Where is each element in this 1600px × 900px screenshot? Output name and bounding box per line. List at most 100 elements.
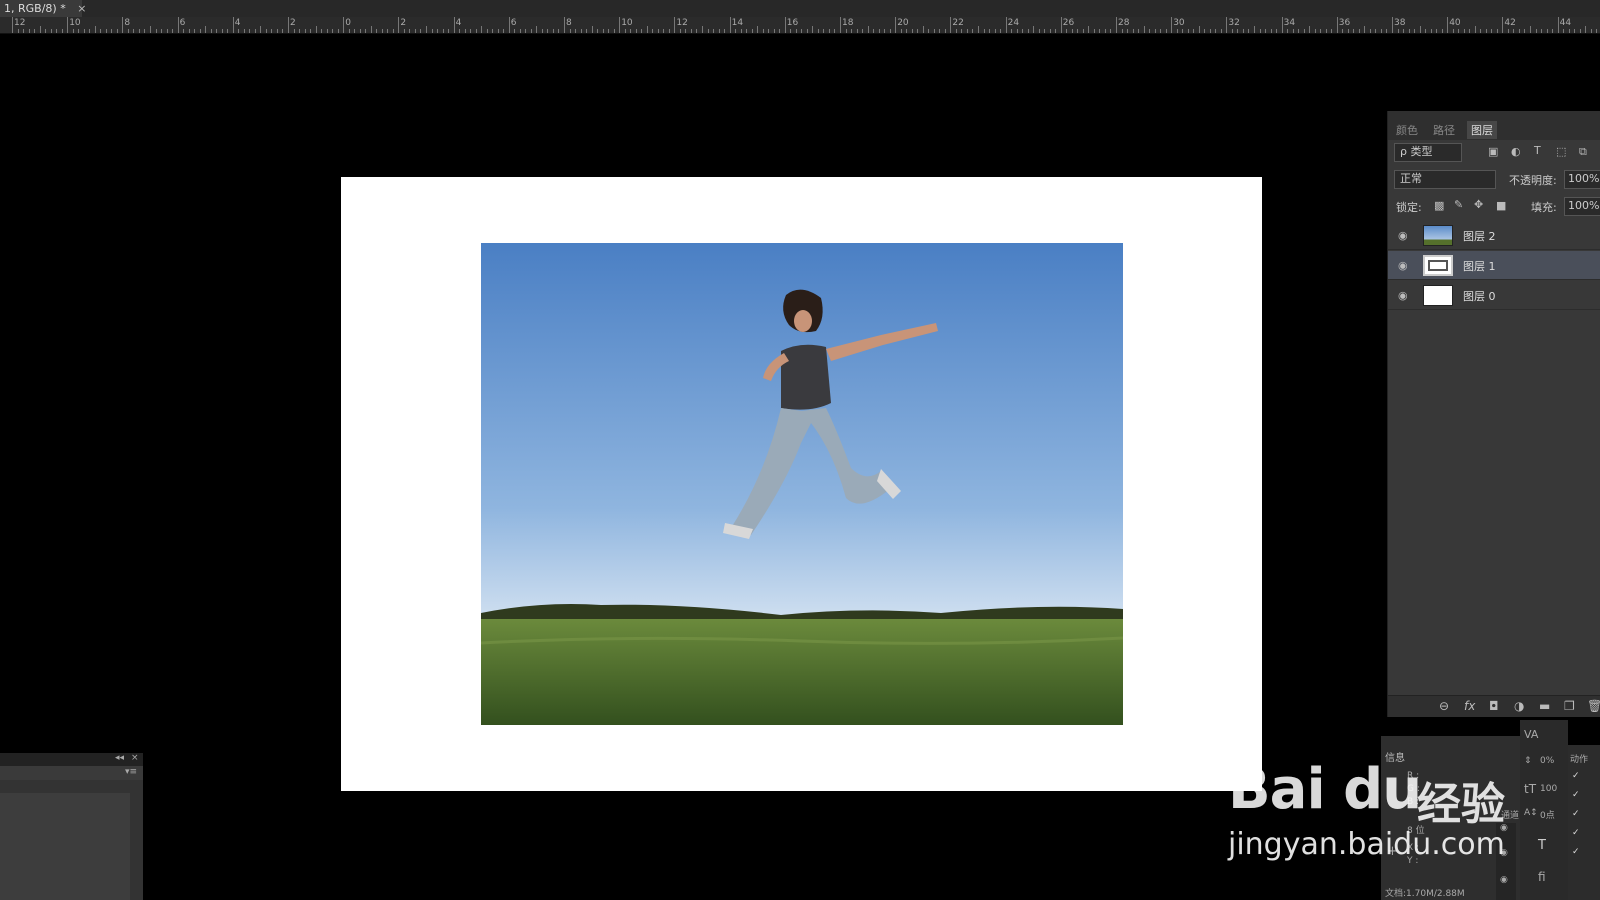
ruler-label: 2 — [290, 18, 296, 28]
adjustment-layer-icon[interactable]: ◑ — [1514, 699, 1524, 713]
ruler-tick — [1590, 29, 1592, 33]
action-check-icon[interactable]: ✓ — [1572, 790, 1580, 800]
ruler-tick — [1298, 29, 1300, 33]
layers-footer-toolbar: ⊖ fx ◘ ◑ ▬ ❐ 🗑 — [1388, 695, 1600, 717]
ruler-tick — [1397, 29, 1399, 33]
ruler-tick — [23, 29, 25, 33]
ruler-label: 22 — [952, 18, 964, 28]
ruler-tick — [1563, 29, 1565, 33]
ruler-tick — [420, 29, 422, 33]
ruler-tick — [702, 26, 703, 33]
visibility-eye-icon[interactable]: ◉ — [1398, 229, 1412, 242]
layer-row-0[interactable]: ◉ 图层 0 — [1388, 281, 1600, 310]
ruler-tick — [768, 29, 770, 33]
opacity-input[interactable]: 100% — [1564, 170, 1600, 189]
action-check-icon[interactable]: ✓ — [1572, 771, 1580, 781]
panel-menu-icon[interactable]: ▾≡ — [125, 767, 137, 777]
ligature-icon[interactable]: fi — [1538, 870, 1546, 884]
ruler-tick — [624, 29, 626, 33]
ruler-tick — [840, 17, 841, 33]
fill-label: 填充: — [1531, 201, 1557, 214]
ruler-tick — [530, 29, 532, 33]
tab-layers[interactable]: 图层 — [1467, 121, 1497, 139]
ruler-tick — [884, 29, 886, 33]
document-tab[interactable]: 1, RGB/8) * × — [0, 0, 86, 17]
ruler-tick — [989, 29, 991, 33]
text-tool-icon[interactable]: T — [1538, 838, 1546, 853]
collapse-icon[interactable]: ◂◂ — [115, 753, 124, 763]
lock-transparent-icon[interactable]: ▩ — [1434, 199, 1444, 212]
ruler-tick — [674, 17, 676, 33]
lock-paint-icon[interactable]: ✎ — [1454, 198, 1463, 211]
visibility-eye-icon[interactable]: ◉ — [1398, 289, 1412, 302]
ruler-tick — [409, 29, 411, 33]
ruler-tick — [1287, 29, 1289, 33]
layer-filter-select[interactable]: ρ 类型 — [1394, 143, 1462, 162]
blend-mode-select[interactable]: 正常 — [1394, 170, 1496, 189]
action-check-icon[interactable]: ✓ — [1572, 809, 1580, 819]
ruler-tick — [354, 29, 356, 33]
ruler-tick — [1513, 29, 1515, 33]
lock-all-icon[interactable]: ■ — [1496, 199, 1506, 212]
ruler-tick — [188, 29, 190, 33]
new-group-icon[interactable]: ▬ — [1539, 699, 1550, 713]
delete-layer-icon[interactable]: 🗑 — [1587, 699, 1600, 713]
tab-color[interactable]: 颜色 — [1396, 122, 1418, 138]
action-check-icon[interactable]: ✓ — [1572, 847, 1580, 857]
ruler-tick — [1358, 29, 1360, 33]
close-panel-icon[interactable]: × — [131, 753, 139, 763]
lock-label: 锁定: — [1396, 201, 1422, 214]
ruler-label: 12 — [676, 18, 688, 28]
ruler-tick — [1325, 29, 1327, 33]
pixel-filter-icon[interactable]: ▣ — [1488, 145, 1498, 158]
ruler-tick — [944, 29, 946, 33]
visibility-eye-icon[interactable]: ◉ — [1500, 875, 1508, 885]
ruler-tick — [1458, 29, 1460, 33]
layer-row-1[interactable]: ◉ 图层 1 — [1388, 251, 1600, 280]
visibility-eye-icon[interactable]: ◉ — [1398, 259, 1412, 272]
action-check-icon[interactable]: ✓ — [1572, 828, 1580, 838]
shape-filter-icon[interactable]: ⬚ — [1556, 145, 1566, 158]
ruler-tick — [994, 29, 996, 33]
ruler-tick — [45, 29, 47, 33]
layers-panel: 颜色 路径 图层 ρ 类型 ▣ ◐ T ⬚ ⧉ 正常 不透明度: 100% 锁定… — [1387, 111, 1600, 717]
ruler-tick — [1143, 26, 1145, 33]
new-layer-icon[interactable]: ❐ — [1564, 699, 1575, 713]
ruler-tick — [254, 29, 256, 33]
ruler-tick — [503, 29, 505, 33]
ruler-label: 38 — [1394, 18, 1406, 28]
fx-icon[interactable]: fx — [1464, 699, 1475, 713]
ruler-tick — [1220, 29, 1222, 33]
ruler-tick — [591, 26, 593, 33]
ruler-tick — [525, 29, 527, 33]
ruler-tick — [1044, 29, 1046, 33]
ruler-tick — [1530, 26, 1531, 33]
baseline-value[interactable]: 0点 — [1540, 808, 1555, 821]
tab-paths[interactable]: 路径 — [1433, 122, 1455, 138]
ruler-tick — [1071, 29, 1073, 33]
ruler-tick — [459, 29, 461, 33]
ruler-tick — [50, 29, 52, 33]
smart-object-filter-icon[interactable]: ⧉ — [1579, 145, 1587, 159]
type-filter-icon[interactable]: T — [1534, 144, 1541, 157]
ruler-tick — [817, 29, 819, 33]
ruler-tick — [1005, 17, 1007, 33]
ruler-tick — [851, 29, 853, 33]
ruler-tick — [972, 29, 974, 33]
ruler-tick — [1033, 26, 1035, 33]
close-tab-icon[interactable]: × — [77, 2, 86, 15]
tracking-value[interactable]: 0% — [1540, 756, 1554, 766]
ruler-label: 28 — [1118, 18, 1130, 28]
font-size-value[interactable]: 100 — [1540, 784, 1557, 794]
layer-name: 图层 0 — [1463, 290, 1496, 303]
ruler-tick — [1342, 29, 1344, 33]
ruler-tick — [39, 26, 41, 33]
ruler-tick — [1165, 29, 1167, 33]
link-layers-icon[interactable]: ⊖ — [1439, 699, 1449, 713]
adjustment-filter-icon[interactable]: ◐ — [1511, 145, 1521, 158]
fill-input[interactable]: 100% — [1564, 197, 1600, 216]
add-mask-icon[interactable]: ◘ — [1489, 699, 1499, 713]
ruler-tick — [1055, 29, 1057, 33]
layer-row-2[interactable]: ◉ 图层 2 — [1388, 221, 1600, 250]
lock-move-icon[interactable]: ✥ — [1474, 198, 1483, 211]
